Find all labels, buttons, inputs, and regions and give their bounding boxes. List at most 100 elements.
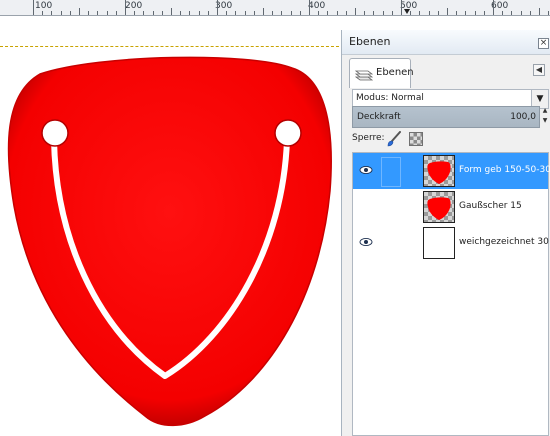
shield-shape [7, 56, 332, 427]
opacity-label: Deckkraft [357, 112, 401, 122]
ruler-tick [530, 11, 531, 15]
ruler-tick [134, 11, 135, 15]
layer-chain-toggle[interactable] [381, 193, 401, 223]
layer-row[interactable]: Form geb 150-50-30 [353, 153, 550, 189]
eye-icon[interactable] [359, 164, 373, 176]
ruler-tick [318, 11, 319, 15]
ruler-tick [263, 8, 264, 15]
horizontal-ruler[interactable]: 100 200 300 400 500 600 [0, 0, 550, 16]
ruler-tick [199, 11, 200, 15]
ruler-tick [180, 11, 181, 15]
ruler-tick [125, 0, 126, 15]
ruler-tick [465, 11, 466, 15]
ruler-label: 400 [308, 1, 326, 11]
ruler-tick [484, 11, 485, 15]
ruler-tick [51, 11, 52, 15]
opacity-value: 100,0 [510, 112, 536, 122]
layer-thumbnail [423, 191, 455, 223]
tab-menu-button[interactable]: ◀ [533, 64, 545, 76]
ruler-tick [235, 11, 236, 15]
ruler-tick [300, 11, 301, 15]
ruler-tick [493, 0, 494, 15]
opacity-spinner[interactable]: ▲ ▼ [541, 106, 549, 128]
ruler-tick [143, 11, 144, 15]
ruler-tick [392, 11, 393, 15]
layers-dialog-titlebar[interactable]: Ebenen × [342, 30, 550, 55]
dock-tab-bar: Ebenen ◀ [342, 54, 550, 88]
alpha-lock-icon[interactable] [409, 132, 423, 146]
layer-chain-toggle[interactable] [381, 229, 401, 259]
layer-name: Form geb 150-50-30 [459, 165, 550, 175]
layers-dialog-title: Ebenen [349, 35, 391, 48]
ruler-tick [337, 11, 338, 15]
ruler-tick [355, 8, 356, 15]
ruler-tick [346, 11, 347, 15]
ruler-tick [42, 11, 43, 15]
ruler-tick [291, 11, 292, 15]
ruler-tick [438, 11, 439, 15]
layer-list[interactable]: Form geb 150-50-30 Gaußscher 15 weichgez… [352, 152, 550, 436]
ruler-tick [208, 11, 209, 15]
ruler-tick [456, 11, 457, 15]
ruler-label: 200 [125, 1, 143, 11]
shield-thumbnail [427, 197, 451, 220]
ruler-tick [226, 11, 227, 15]
chevron-left-icon: ◀ [535, 65, 543, 74]
ruler-tick [97, 11, 98, 15]
close-icon[interactable]: × [538, 38, 549, 49]
ruler-tick [162, 11, 163, 15]
ruler-tick [245, 11, 246, 15]
ruler-tick [539, 8, 540, 15]
layers-dialog: Ebenen × Ebenen ◀ Modus: Normal ▼ Deckkr… [341, 30, 550, 436]
ruler-tick [153, 11, 154, 15]
ruler-label: 100 [35, 1, 53, 11]
image-canvas[interactable] [0, 16, 344, 436]
ruler-tick [401, 0, 402, 15]
mode-select-value: Modus: Normal [356, 93, 424, 103]
ruler-tick [511, 11, 512, 15]
layer-name: Gaußscher 15 [459, 201, 522, 211]
ruler-tick [373, 11, 374, 15]
ruler-tick [281, 11, 282, 15]
ruler-tick [272, 11, 273, 15]
ruler-tick [254, 11, 255, 15]
layers-icon [355, 70, 373, 81]
ruler-tick [33, 0, 34, 15]
ruler-tick [429, 11, 430, 15]
tab-layers[interactable]: Ebenen [349, 58, 414, 88]
eye-icon[interactable] [359, 236, 373, 248]
ruler-tick [364, 11, 365, 15]
ruler-tick [383, 11, 384, 15]
layer-row[interactable]: weichgezeichnet 30 [353, 225, 549, 261]
opacity-control: Deckkraft 100,0 ▲ ▼ [352, 106, 549, 128]
ruler-tick [217, 0, 218, 15]
ruler-tick [79, 8, 80, 15]
ruler-tick [309, 0, 310, 15]
ruler-tick [327, 11, 328, 15]
lock-label: Sperre: [352, 133, 385, 143]
layer-chain-toggle[interactable] [381, 157, 401, 187]
ruler-tick [116, 11, 117, 15]
ruler-tick [521, 11, 522, 15]
brush-icon[interactable] [386, 131, 402, 147]
layer-name: weichgezeichnet 30 [459, 237, 549, 247]
ruler-tick [189, 11, 190, 15]
ruler-tick [475, 11, 476, 15]
ruler-tick [107, 11, 108, 15]
ruler-tick [88, 11, 89, 15]
ruler-pointer-marker [404, 9, 410, 14]
tab-layers-label: Ebenen [376, 67, 414, 78]
ruler-tick [70, 11, 71, 15]
ruler-tick [171, 8, 172, 15]
shield-thumbnail [427, 161, 451, 184]
ruler-tick [410, 11, 411, 15]
ruler-tick [419, 11, 420, 15]
opacity-slider[interactable]: Deckkraft 100,0 [352, 106, 540, 128]
layer-row[interactable]: Gaußscher 15 [353, 189, 548, 225]
layer-thumbnail [423, 155, 455, 187]
ruler-tick [61, 11, 62, 15]
ruler-tick [447, 8, 448, 15]
layer-thumbnail [423, 227, 455, 259]
ruler-tick [548, 11, 549, 15]
ruler-tick [502, 11, 503, 15]
